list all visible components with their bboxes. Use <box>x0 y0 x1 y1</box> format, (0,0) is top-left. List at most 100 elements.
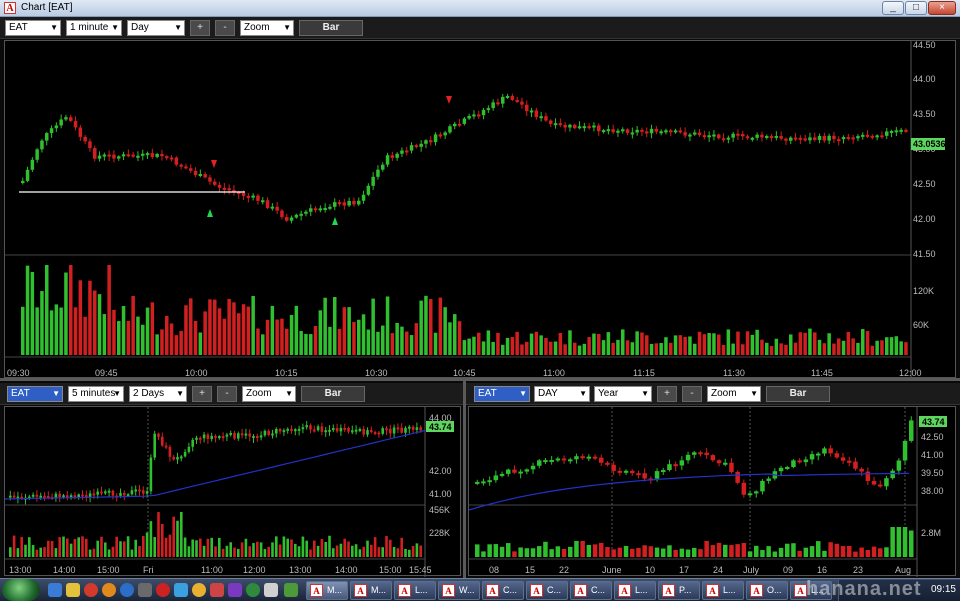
zoom-in-button[interactable]: + <box>190 20 210 36</box>
candle <box>411 426 415 430</box>
volume-bar <box>275 319 279 355</box>
taskbar-item[interactable]: A C... <box>570 581 612 600</box>
settings-icon[interactable] <box>138 583 152 597</box>
x-axis-label: 10:15 <box>275 368 298 378</box>
volume-bar <box>155 334 159 355</box>
candle <box>621 129 625 132</box>
symbol-select[interactable]: EAT ▼ <box>7 386 63 402</box>
period-select[interactable]: Year ▼ <box>594 386 652 402</box>
volume-bar <box>871 546 877 557</box>
opera-icon[interactable] <box>156 583 170 597</box>
taskbar-item[interactable]: A M... <box>306 581 348 600</box>
candle <box>816 453 821 456</box>
chart-style-button[interactable]: Bar <box>299 20 363 36</box>
volume-bar <box>697 331 702 355</box>
interval-select[interactable]: 1 minute ▼ <box>66 20 122 36</box>
candle <box>225 434 229 437</box>
volume-bar <box>49 310 54 355</box>
candle <box>309 208 313 212</box>
symbol-select[interactable]: EAT ▼ <box>474 386 530 402</box>
volume-bar <box>104 542 107 557</box>
symbol-select[interactable]: EAT ▼ <box>5 20 61 36</box>
zoom-out-button[interactable]: - <box>682 386 702 402</box>
candle <box>112 154 116 159</box>
zoom-out-button[interactable]: - <box>215 20 235 36</box>
candle <box>263 430 267 436</box>
taskbar-item[interactable]: A L... <box>394 581 436 600</box>
taskbar-item[interactable]: A L... <box>702 581 744 600</box>
zoom-in-button[interactable]: + <box>657 386 677 402</box>
app-icon[interactable] <box>210 583 224 597</box>
volume-bar <box>685 549 691 557</box>
zoom-in-button[interactable]: + <box>192 386 212 402</box>
volume-bar <box>337 328 342 355</box>
candle <box>168 446 172 457</box>
volume-bar <box>754 545 759 557</box>
volume-bar <box>332 548 335 557</box>
app-icon[interactable] <box>174 583 188 597</box>
candle <box>69 117 73 121</box>
zoom-select[interactable]: Zoom ▼ <box>240 20 294 36</box>
pane-divider[interactable] <box>0 378 960 381</box>
candle <box>297 428 301 431</box>
candle <box>313 429 316 432</box>
taskbar-item[interactable]: A O... <box>746 581 788 600</box>
taskbar-item[interactable]: A C... <box>526 581 568 600</box>
candle <box>875 135 879 138</box>
ie-icon[interactable] <box>120 583 134 597</box>
x-axis-label: 14:00 <box>335 565 358 575</box>
daily-chart[interactable]: 42.50 41.00 39.50 38.00 2.8M 08 15 22 June 10 17 24… <box>469 407 957 577</box>
chrome-icon[interactable] <box>192 583 206 597</box>
browser-icon[interactable] <box>84 583 98 597</box>
candle <box>180 456 183 459</box>
maximize-button[interactable]: □ <box>905 1 927 15</box>
x-axis-label: 10:45 <box>453 368 476 378</box>
app-icon: A <box>310 584 323 597</box>
chart-style-button[interactable]: Bar <box>301 386 365 402</box>
app-icon[interactable] <box>284 583 298 597</box>
x-axis-label: 10:00 <box>185 368 208 378</box>
volume-bar <box>100 536 103 557</box>
taskbar-item[interactable]: A L... <box>614 581 656 600</box>
candle <box>902 440 908 461</box>
app-icon[interactable] <box>264 583 278 597</box>
folder-icon[interactable] <box>66 583 80 597</box>
period-select[interactable]: 2 Days ▼ <box>129 386 187 402</box>
volume-bar <box>270 305 275 355</box>
volume-bar <box>117 321 121 355</box>
candle <box>654 128 659 132</box>
pane-divider[interactable] <box>463 381 466 578</box>
taskbar-item[interactable]: A C... <box>482 581 524 600</box>
five-minute-chart[interactable]: 44.0042.0041.00456K228K13:00 14:00 15:00 Fr… <box>5 407 462 577</box>
mail-icon[interactable] <box>228 583 242 597</box>
minimize-button[interactable]: _ <box>882 1 904 15</box>
volume-bar <box>285 328 289 355</box>
intraday-chart[interactable]: 44.5044.0043.5043.0042.5042.0041.50120K6… <box>5 41 957 379</box>
volume-bar <box>150 302 155 355</box>
volume-bar <box>385 536 388 557</box>
taskbar-item[interactable]: A W... <box>438 581 480 600</box>
firefox-icon[interactable] <box>102 583 116 597</box>
volume-bar <box>12 535 16 557</box>
candle <box>385 428 388 431</box>
candle <box>179 164 183 167</box>
taskbar-item[interactable]: A P... <box>658 581 700 600</box>
zoom-out-button[interactable]: - <box>217 386 237 402</box>
interval-select[interactable]: 5 minutes ▼ <box>68 386 124 402</box>
zoom-select[interactable]: Zoom ▼ <box>242 386 296 402</box>
chart-style-button[interactable]: Bar <box>766 386 830 402</box>
app-icon[interactable] <box>246 583 260 597</box>
period-select[interactable]: Day ▼ <box>127 20 185 36</box>
taskbar-item[interactable]: A M... <box>350 581 392 600</box>
main-chart-panel[interactable]: 44.5044.0043.5043.0042.5042.0041.50120K6… <box>4 40 957 379</box>
volume-bar <box>304 333 308 355</box>
start-button[interactable] <box>2 579 40 601</box>
zoom-select[interactable]: Zoom ▼ <box>707 386 761 402</box>
volume-bar <box>169 323 174 355</box>
daily-chart-panel[interactable]: 42.50 41.00 39.50 38.00 2.8M 08 15 22 June 10 17 24… <box>468 406 957 577</box>
candle <box>107 490 111 493</box>
five-minute-chart-panel[interactable]: 44.00 42.00 41.00 456K 228K 13:00 14:00 15:00 Fr… <box>4 406 462 577</box>
close-button[interactable]: × <box>928 1 956 15</box>
interval-select[interactable]: DAY ▼ <box>534 386 590 402</box>
show-desktop-icon[interactable] <box>48 583 62 597</box>
